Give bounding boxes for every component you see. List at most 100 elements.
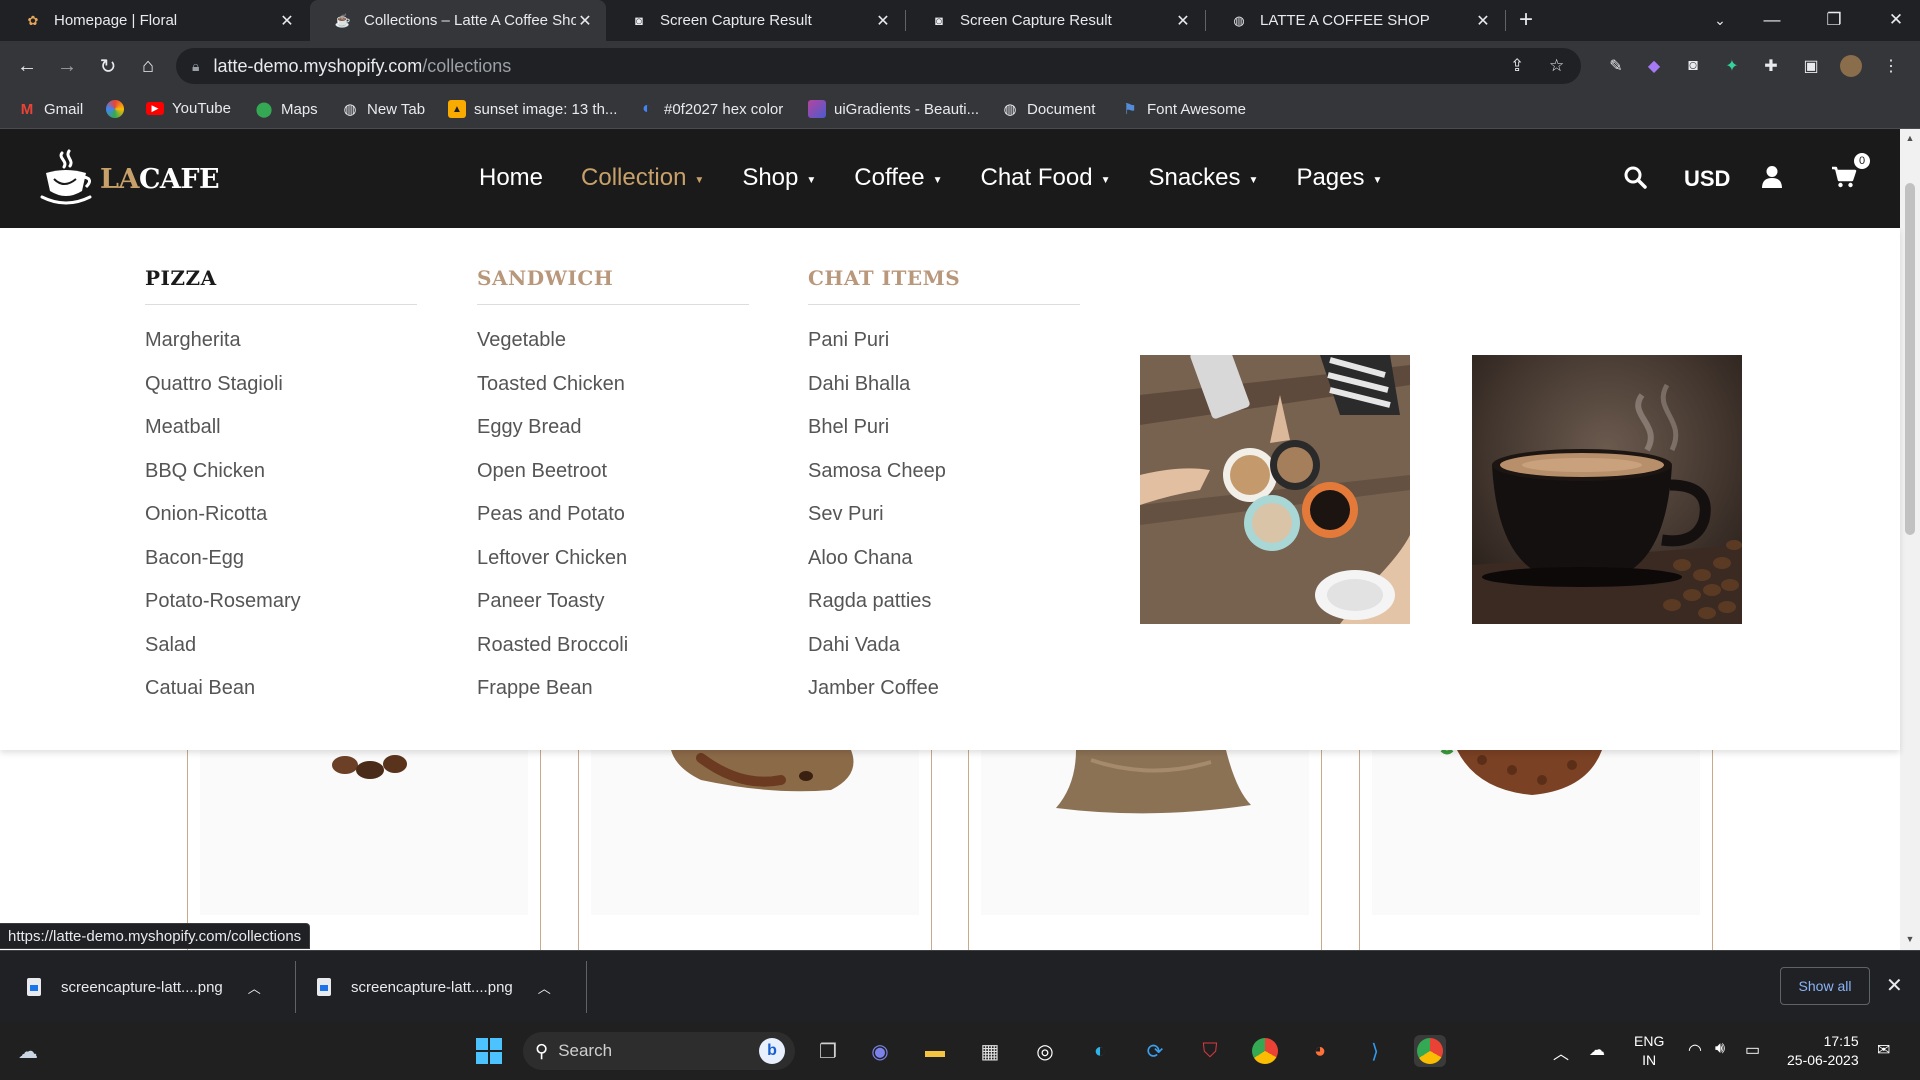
menu-link[interactable]: Quattro Stagioli xyxy=(145,373,417,417)
reload-icon[interactable]: ↻ xyxy=(93,51,123,81)
minimize-icon[interactable]: — xyxy=(1752,4,1792,36)
camera-extension-icon[interactable]: ◙ xyxy=(1682,55,1704,77)
menu-link[interactable]: Bacon-Egg xyxy=(145,547,417,591)
vscode-icon[interactable]: ⟩ xyxy=(1359,1035,1391,1067)
menu-link[interactable]: Vegetable xyxy=(477,329,749,373)
wifi-icon[interactable]: ◠ xyxy=(1688,1040,1702,1060)
share-icon[interactable]: ⇪ xyxy=(1510,56,1524,76)
bookmark-new-tab[interactable]: ◍ New Tab xyxy=(341,100,425,119)
firefox-icon[interactable]: ◕ xyxy=(1304,1035,1336,1067)
purple-extension-icon[interactable]: ◆ xyxy=(1643,55,1665,77)
nav-coffee[interactable]: Coffee ▼ xyxy=(854,164,942,192)
restore-icon[interactable]: ❐ xyxy=(1814,4,1854,36)
url-text[interactable]: latte-demo.myshopify.com/collections xyxy=(213,56,511,77)
bookmark-uigradients[interactable]: uiGradients - Beauti... xyxy=(808,100,979,118)
menu-link[interactable]: Salad xyxy=(145,634,417,678)
close-tab-icon[interactable]: ✕ xyxy=(1174,11,1192,31)
bing-icon[interactable]: b xyxy=(759,1038,785,1064)
pen-extension-icon[interactable]: ✎ xyxy=(1605,55,1627,77)
update-app-icon[interactable]: ⟳ xyxy=(1139,1035,1171,1067)
close-download-shelf-icon[interactable]: ✕ xyxy=(1886,973,1903,998)
onedrive-cloud-icon[interactable]: ☁ xyxy=(1589,1040,1605,1060)
bookmark-font-awesome[interactable]: ⚑ Font Awesome xyxy=(1121,100,1246,119)
menu-link[interactable]: Meatball xyxy=(145,416,417,460)
puzzle-extensions-icon[interactable]: ✚ xyxy=(1760,55,1782,77)
taskbar-search-input[interactable]: ⚲ Search b xyxy=(523,1032,795,1070)
notifications-icon[interactable]: ✉ xyxy=(1877,1040,1890,1060)
bookmark-sunset[interactable]: ▲ sunset image: 13 th... xyxy=(448,100,617,118)
mcafee-icon[interactable]: ⛉ xyxy=(1194,1035,1226,1067)
teams-chat-icon[interactable]: ◉ xyxy=(864,1035,896,1067)
site-logo[interactable]: LACAFE xyxy=(40,149,220,209)
menu-link[interactable]: Catuai Bean xyxy=(145,677,417,721)
product-card[interactable] xyxy=(968,750,1322,950)
bookmark-colorful[interactable] xyxy=(106,100,132,118)
menu-link[interactable]: Bhel Puri xyxy=(808,416,1080,460)
menu-link[interactable]: Peas and Potato xyxy=(477,503,749,547)
close-tab-icon[interactable]: ✕ xyxy=(874,11,892,31)
menu-column-heading[interactable]: PIZZA xyxy=(145,266,417,305)
page-scrollbar[interactable]: ▲ ▼ xyxy=(1900,129,1920,950)
menu-link[interactable]: Margherita xyxy=(145,329,417,373)
bookmark-hex-color[interactable]: ◐ #0f2027 hex color xyxy=(638,100,783,118)
close-window-icon[interactable]: ✕ xyxy=(1876,4,1916,36)
bookmark-youtube[interactable]: ▶ YouTube xyxy=(146,100,231,117)
menu-link[interactable]: Dahi Bhalla xyxy=(808,373,1080,417)
bookmark-document[interactable]: ◍ Document xyxy=(1001,100,1095,119)
menu-link[interactable]: Ragda patties xyxy=(808,590,1080,634)
menu-link[interactable]: Samosa Cheep xyxy=(808,460,1080,504)
menu-link[interactable]: Aloo Chana xyxy=(808,547,1080,591)
product-card[interactable] xyxy=(1359,748,1713,950)
chevron-up-icon[interactable]: ︿ xyxy=(248,978,261,997)
nav-chat-food[interactable]: Chat Food ▼ xyxy=(980,164,1110,192)
bookmark-maps[interactable]: ⬤ Maps xyxy=(255,100,318,119)
menu-link[interactable]: Dahi Vada xyxy=(808,634,1080,678)
browser-tab-active[interactable]: ☕ Collections – Latte A Coffee Shop ✕ xyxy=(310,0,606,41)
menu-link[interactable]: Paneer Toasty xyxy=(477,590,749,634)
menu-link[interactable]: BBQ Chicken xyxy=(145,460,417,504)
close-tab-icon[interactable]: ✕ xyxy=(278,11,296,31)
browser-tab[interactable]: ◙ Screen Capture Result ✕ xyxy=(906,0,1204,41)
menu-link[interactable]: Eggy Bread xyxy=(477,416,749,460)
address-bar[interactable]: 🔒︎ latte-demo.myshopify.com/collections … xyxy=(176,48,1581,84)
chevron-up-icon[interactable]: ︿ xyxy=(538,978,551,997)
shopping-cart-icon[interactable] xyxy=(1831,166,1857,188)
menu-link[interactable]: Onion-Ricotta xyxy=(145,503,417,547)
download-item[interactable]: screencapture-latt....png ︿ xyxy=(317,951,551,1023)
menu-link[interactable]: Pani Puri xyxy=(808,329,1080,373)
menu-link[interactable]: Toasted Chicken xyxy=(477,373,749,417)
task-view-icon[interactable]: ❐ xyxy=(812,1035,844,1067)
search-icon[interactable] xyxy=(1623,165,1647,189)
show-all-downloads-button[interactable]: Show all xyxy=(1780,967,1870,1005)
nav-home[interactable]: Home xyxy=(479,164,543,192)
nav-shop[interactable]: Shop ▼ xyxy=(742,164,816,192)
edge-browser-icon[interactable]: ◐ xyxy=(1084,1035,1116,1067)
product-card[interactable] xyxy=(187,750,541,950)
menu-link[interactable]: Sev Puri xyxy=(808,503,1080,547)
browser-tab[interactable]: ✿ Homepage | Floral ✕ xyxy=(0,0,308,41)
download-item[interactable]: screencapture-latt....png ︿ xyxy=(27,951,261,1023)
menu-link[interactable]: Frappe Bean xyxy=(477,677,749,721)
nav-snackes[interactable]: Snackes ▼ xyxy=(1148,164,1258,192)
more-menu-icon[interactable]: ⋮ xyxy=(1880,55,1902,77)
product-card[interactable] xyxy=(578,750,932,950)
menu-link[interactable]: Leftover Chicken xyxy=(477,547,749,591)
profile-avatar[interactable] xyxy=(1840,55,1862,77)
windows-start-icon[interactable] xyxy=(473,1035,505,1067)
close-tab-icon[interactable]: ✕ xyxy=(576,11,594,31)
home-icon[interactable]: ⌂ xyxy=(133,51,163,81)
scroll-up-arrow-icon[interactable]: ▲ xyxy=(1900,133,1920,143)
browser-tab[interactable]: ◍ LATTE A COFFEE SHOP ✕ xyxy=(1206,0,1504,41)
forward-arrow-icon[interactable]: → xyxy=(52,51,82,81)
input-language-indicator[interactable]: ENG IN xyxy=(1634,1032,1664,1070)
bookmark-star-icon[interactable]: ☆ xyxy=(1549,56,1564,76)
menu-link[interactable]: Jamber Coffee xyxy=(808,677,1080,721)
nav-pages[interactable]: Pages ▼ xyxy=(1296,164,1382,192)
scroll-down-arrow-icon[interactable]: ▼ xyxy=(1900,934,1920,944)
menu-link[interactable]: Roasted Broccoli xyxy=(477,634,749,678)
weather-cloud-icon[interactable]: ☁ xyxy=(12,1035,44,1067)
battery-icon[interactable]: ▭ xyxy=(1745,1040,1760,1060)
menu-column-heading[interactable]: CHAT ITEMS xyxy=(808,266,1080,305)
pin-extension-icon[interactable]: ✦ xyxy=(1721,55,1743,77)
nav-collection[interactable]: Collection ▼ xyxy=(581,164,704,192)
